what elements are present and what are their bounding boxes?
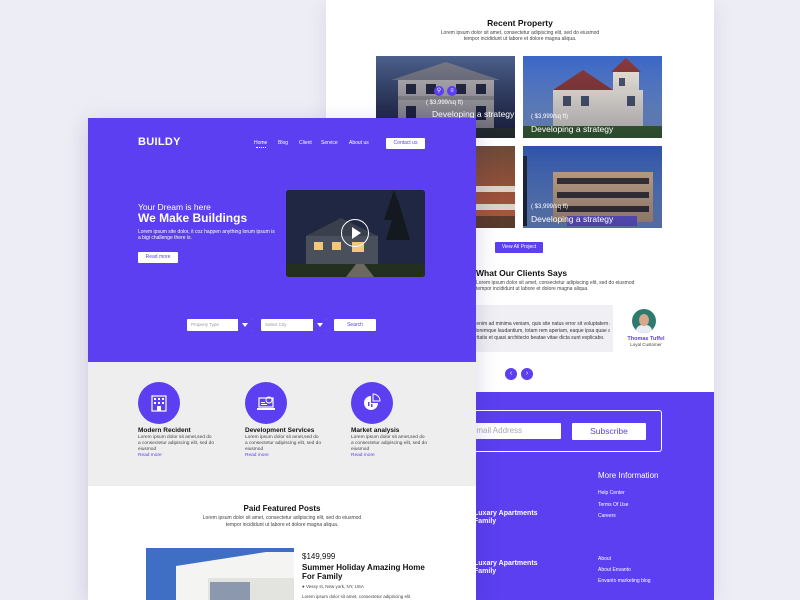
location-pin-icon: ● (302, 584, 305, 589)
tile-title: Developing a strategy (531, 214, 614, 224)
recent-property-title: Recent Property (487, 18, 553, 28)
testimonial-role: Loyal Customer (630, 342, 662, 347)
subscribe-button[interactable]: Subscribe (572, 423, 646, 440)
tile-title: Developing a strategy (531, 124, 614, 134)
service-read-more-link[interactable]: Read more (245, 453, 269, 458)
hero-headline: We Make Buildings (138, 211, 248, 225)
service-title: Market analysis (351, 427, 400, 434)
property-tile[interactable]: ( $3,999/sq ft) Developing a strategy (523, 56, 662, 138)
paid-featured-desc: Lorem ipsum dolor sit amet, consectetur … (202, 515, 362, 521)
service-read-more-link[interactable]: Read more (351, 453, 375, 458)
view-all-project-button[interactable]: View All Project (495, 242, 543, 253)
video-thumbnail[interactable] (286, 190, 425, 277)
footer-link-about[interactable]: About (598, 556, 611, 562)
testimonial-line: doloremque laudantium, totam rem aperiam… (470, 328, 610, 334)
select-city-select[interactable]: Select City (261, 319, 327, 331)
building-icon (138, 382, 180, 424)
featured-desc: Lorem ipsum dolor sit amet, consectetur … (302, 594, 411, 599)
nav-blog[interactable]: Blog (278, 140, 288, 146)
service-read-more-link[interactable]: Read more (138, 453, 162, 458)
paid-featured-desc-2: tempor incididunt ut labore et dolore ma… (225, 522, 339, 528)
testimonial-card: Ut enim ad minima veniam, quis site natu… (466, 305, 613, 352)
property-type-placeholder: Property Type (191, 322, 219, 327)
footer-link-terms[interactable]: Terms Of Use (598, 502, 629, 508)
logo[interactable]: BUILDY (138, 136, 181, 148)
nav-home[interactable]: Home (254, 140, 267, 146)
property-tile[interactable]: ( $3,999/sq ft) Developing a strategy (523, 146, 662, 228)
chevron-down-icon (238, 319, 252, 331)
footer-link-about-envanto[interactable]: About Envanto (598, 567, 631, 573)
search-button[interactable]: Search (334, 319, 376, 331)
footer-post-title[interactable]: Luxary Apartments Family (474, 560, 544, 576)
filter-icon[interactable]: ≡ (447, 86, 457, 96)
service-desc: Lorem ipsum dolor sit amet,sed do a cons… (245, 435, 321, 452)
service-title: Development Services (245, 427, 315, 434)
hero-section: BUILDY Home Blog Client Service About us… (88, 118, 476, 362)
featured-location-text: Vessy st, New york, NY, USA (305, 584, 364, 589)
chevron-down-icon (313, 319, 327, 331)
nav-about-us[interactable]: About us (349, 140, 369, 146)
clients-title: What Our Clients Says (476, 268, 568, 278)
tile-price: ( $3,999/sq ft) (531, 114, 569, 120)
service-title: Modern Recident (138, 427, 191, 434)
read-more-button[interactable]: Read more (138, 252, 178, 263)
footer-link-careers[interactable]: Careers (598, 513, 616, 519)
service-desc: Lorem ipsum dolor sit amet,sed do a cons… (351, 435, 427, 452)
clients-desc-2: tempor incididunt ut labore et dolore ma… (476, 286, 589, 292)
select-city-placeholder: Select City (265, 322, 287, 327)
more-information-title: More Information (598, 471, 659, 480)
featured-image[interactable] (146, 548, 294, 600)
laptop-icon (245, 382, 287, 424)
search-icon[interactable]: ⚲ (434, 86, 444, 96)
active-indicator (256, 147, 266, 148)
house-image (146, 548, 294, 600)
next-arrow-button[interactable]: › (521, 368, 533, 380)
avatar (632, 309, 656, 333)
tile-price: ( $3,999/sq ft) (531, 204, 569, 210)
nav-service[interactable]: Service (321, 140, 338, 146)
footer-link-marketing-blog[interactable]: Envanto marketing blog (598, 578, 651, 584)
recent-property-desc-2: tempor incididunt ut labore et dolore ma… (463, 36, 577, 42)
pie-chart-icon (351, 382, 393, 424)
hero-description: Lorem ipsum site dolor, it coz happen an… (138, 229, 275, 241)
property-type-select[interactable]: Property Type (187, 319, 252, 331)
service-desc: Lorem ipsum dolor sit amet,sed do a cons… (138, 435, 214, 452)
contact-us-button[interactable]: Contact us (386, 138, 425, 149)
paid-featured-title: Paid Featured Posts (243, 504, 321, 513)
footer-post-title[interactable]: Luxary Apartments Family (474, 510, 544, 526)
featured-price: $149,999 (302, 552, 336, 561)
play-icon[interactable] (341, 219, 369, 247)
featured-title[interactable]: Summer Holiday Amazing Home For Family (302, 563, 432, 581)
prev-arrow-button[interactable]: ‹ (505, 368, 517, 380)
nav-client[interactable]: Client (299, 140, 312, 146)
services-section: Modern Recident Lorem ipsum dolor sit am… (88, 362, 476, 486)
property-tile[interactable] (476, 146, 515, 228)
front-page: BUILDY Home Blog Client Service About us… (88, 118, 476, 600)
subscribe-box: Email Address Subscribe (446, 410, 662, 452)
testimonial-line: Ut enim ad minima veniam, quis site natu… (470, 321, 610, 327)
testimonial-line: veritatis et quasi architecto beatae vit… (470, 335, 605, 341)
footer-link-help-center[interactable]: Help Center (598, 490, 625, 496)
house-image (476, 186, 515, 228)
featured-location: ● Vessy st, New york, NY, USA (302, 584, 364, 589)
tile-price: ( $3,999/sq ft) (426, 100, 464, 106)
